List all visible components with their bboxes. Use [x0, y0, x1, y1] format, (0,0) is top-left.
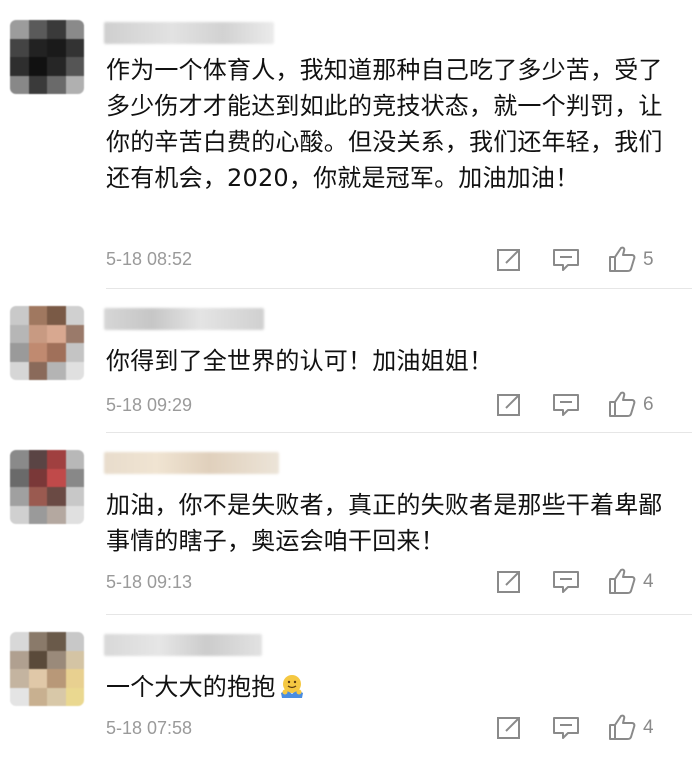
comment-icon[interactable] [551, 568, 581, 596]
comment-text: 作为一个体育人，我知道那种自己吃了多少苦，受了多少伤才才能达到如此的竞技状态，就… [106, 56, 663, 192]
comment-text: 你得到了全世界的认可！加油姐姐！ [106, 347, 494, 375]
thumbs-up-icon[interactable] [607, 245, 637, 273]
hug-emoji-icon [279, 673, 305, 699]
avatar[interactable] [10, 632, 84, 706]
share-icon[interactable] [494, 714, 524, 742]
divider [106, 288, 692, 289]
comment-time: 5-18 08:52 [106, 249, 193, 269]
divider [106, 614, 692, 615]
comment-text: 加油，你不是失败者，真正的失败者是那些干着卑鄙事情的瞎子，奥运会咱干回来！ [106, 491, 663, 555]
username-blurred[interactable] [104, 452, 279, 474]
avatar[interactable] [10, 306, 84, 380]
thumbs-up-icon[interactable] [607, 713, 637, 741]
comment-item: 加油，你不是失败者，真正的失败者是那些干着卑鄙事情的瞎子，奥运会咱干回来！ 5-… [0, 434, 692, 614]
like-count: 4 [643, 571, 654, 592]
username-blurred[interactable] [104, 22, 274, 44]
comment-item: 作为一个体育人，我知道那种自己吃了多少苦，受了多少伤才才能达到如此的竞技状态，就… [0, 0, 692, 290]
comment-time: 5-18 09:29 [106, 395, 193, 415]
like-count: 6 [643, 394, 654, 415]
share-icon[interactable] [494, 246, 524, 274]
share-icon[interactable] [494, 568, 524, 596]
thumbs-up-icon[interactable] [607, 567, 637, 595]
username-blurred[interactable] [104, 634, 262, 656]
like-count: 4 [643, 717, 654, 738]
comment-icon[interactable] [551, 391, 581, 419]
username-blurred[interactable] [104, 308, 264, 330]
like-count: 5 [643, 249, 654, 270]
share-icon[interactable] [494, 391, 524, 419]
comment-item: 你得到了全世界的认可！加油姐姐！ 5-18 09:29 6 [0, 290, 692, 432]
avatar[interactable] [10, 450, 84, 524]
comment-icon[interactable] [551, 714, 581, 742]
comment-item: 一个大大的抱抱 5-18 07:58 4 [0, 616, 692, 760]
comment-text: 一个大大的抱抱 [106, 669, 676, 705]
comment-time: 5-18 07:58 [106, 718, 193, 738]
comment-text-body: 一个大大的抱抱 [106, 673, 276, 701]
thumbs-up-icon[interactable] [607, 390, 637, 418]
divider [106, 432, 692, 433]
comment-time: 5-18 09:13 [106, 572, 193, 592]
comment-icon[interactable] [551, 246, 581, 274]
avatar[interactable] [10, 20, 84, 94]
